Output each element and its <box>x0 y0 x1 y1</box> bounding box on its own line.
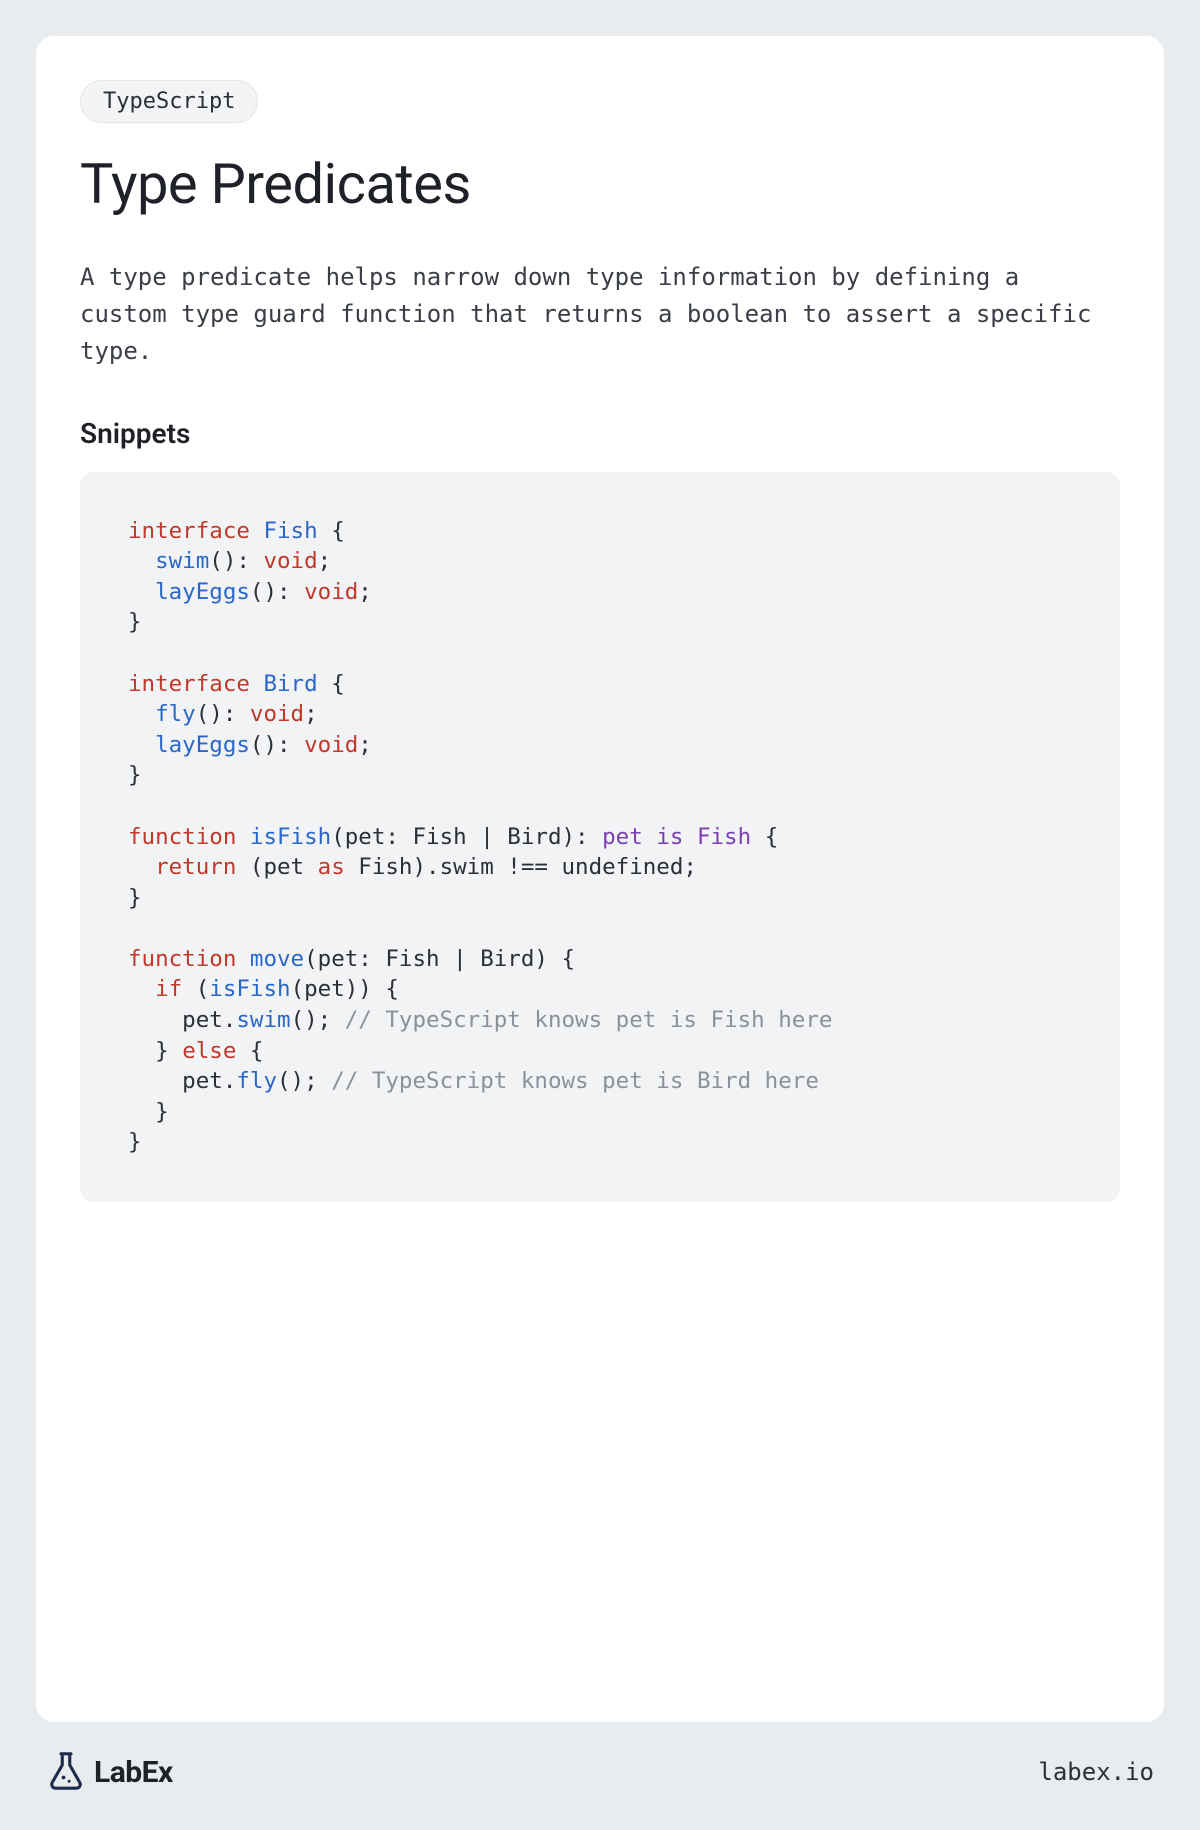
content-card: TypeScript Type Predicates A type predic… <box>36 36 1164 1722</box>
language-tag: TypeScript <box>80 80 258 123</box>
page-title: Type Predicates <box>80 151 1120 217</box>
site-url: labex.io <box>1038 1758 1154 1786</box>
description-text: A type predicate helps narrow down type … <box>80 259 1120 371</box>
page-footer: LabEx labex.io <box>36 1722 1164 1794</box>
code-snippet: interface Fish { swim(): void; layEggs()… <box>80 472 1120 1202</box>
flask-icon <box>46 1750 86 1794</box>
brand-name: LabEx <box>94 1755 173 1790</box>
brand-logo: LabEx <box>46 1750 173 1794</box>
snippets-heading: Snippets <box>80 417 1120 450</box>
